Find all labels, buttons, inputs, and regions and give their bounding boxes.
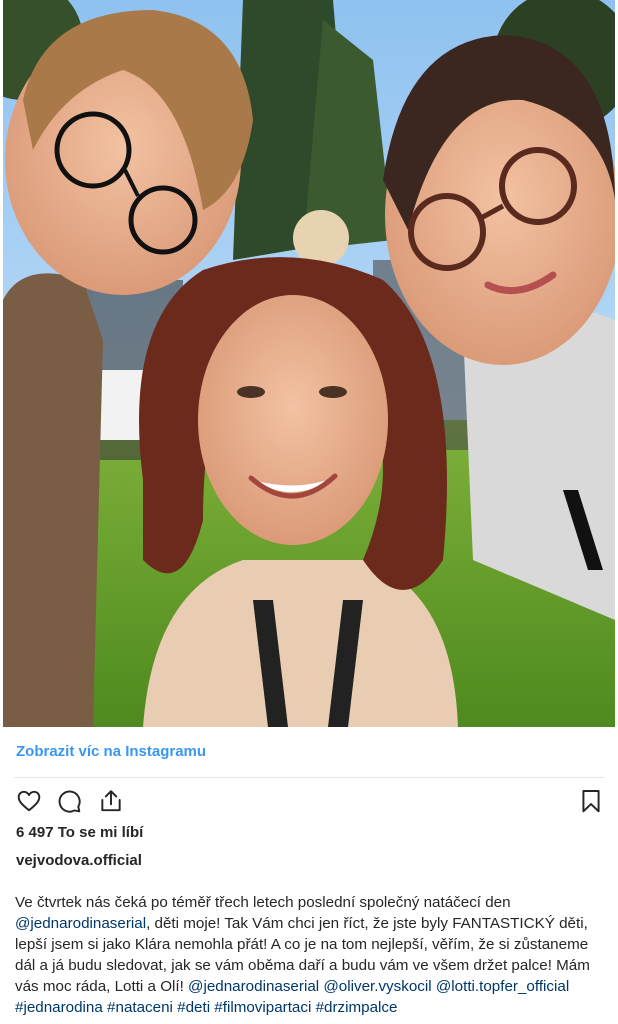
hashtags[interactable]: #jednarodina #nataceni #deti #filmovipar… <box>15 999 397 1016</box>
caption-text: Ve čtvrtek nás čeká po téměř třech letec… <box>15 894 511 911</box>
divider <box>14 777 604 778</box>
bookmark-icon <box>582 790 600 813</box>
author-username[interactable]: vejvodova.official <box>16 852 142 869</box>
likes-label: To se mi líbí <box>57 824 144 841</box>
comment-icon <box>58 790 81 813</box>
mention-link[interactable]: @oliver.vyskocil <box>323 978 431 995</box>
likes-number: 6 497 <box>16 824 54 841</box>
share-button[interactable] <box>96 787 126 815</box>
heart-icon <box>17 790 41 812</box>
like-button[interactable] <box>14 787 44 815</box>
post-photo[interactable] <box>3 0 615 727</box>
comment-button[interactable] <box>54 787 84 815</box>
mention-link[interactable]: @jednarodinaserial <box>188 978 319 995</box>
save-button[interactable] <box>576 787 606 815</box>
post-caption: Ve čtvrtek nás čeká po téměř třech letec… <box>15 892 605 1018</box>
action-bar <box>14 787 606 815</box>
likes-count[interactable]: 6 497 To se mi líbí <box>16 824 143 841</box>
mention-link[interactable]: @jednarodinaserial <box>15 915 146 932</box>
instagram-embed: Zobrazit víc na Instagramu 6 497 To se m… <box>0 0 618 1024</box>
view-more-on-instagram-link[interactable]: Zobrazit víc na Instagramu <box>16 743 206 760</box>
share-icon <box>101 790 121 812</box>
mention-link[interactable]: @lotti.topfer_official <box>436 978 569 995</box>
